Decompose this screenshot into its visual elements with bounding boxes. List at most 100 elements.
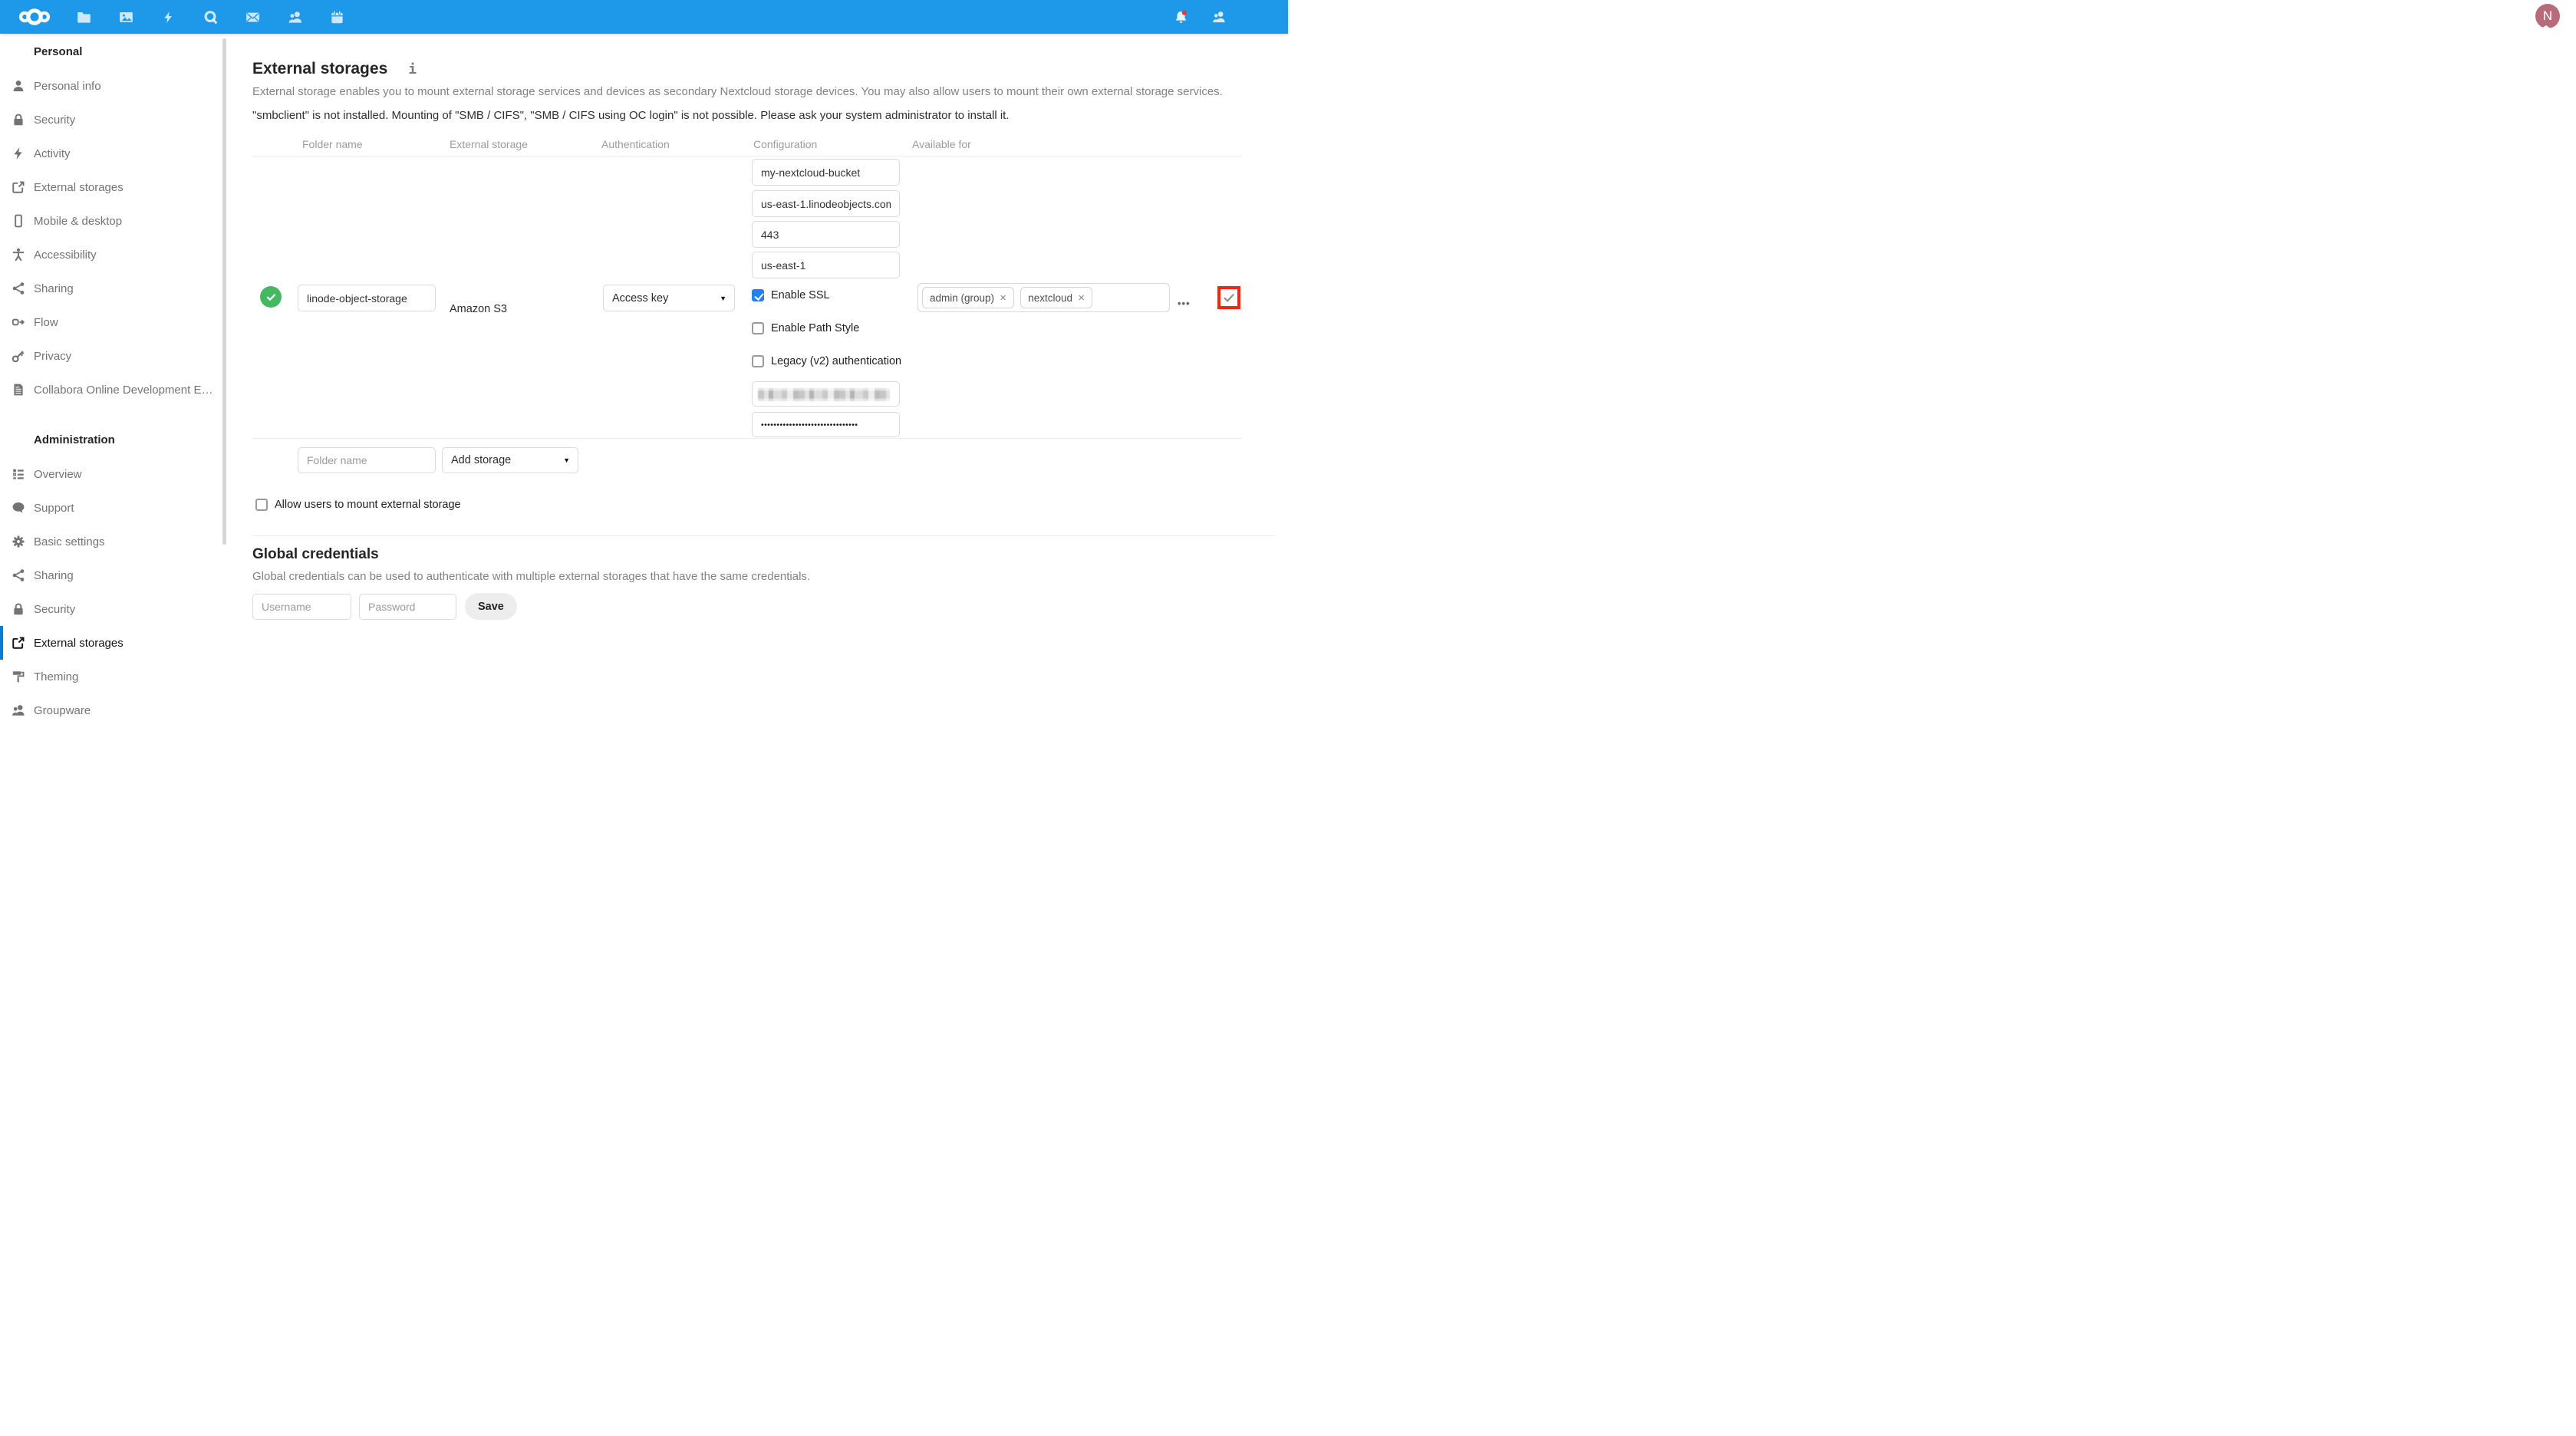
contacts-menu-icon (1212, 10, 1227, 25)
external-storage-type: Amazon S3 (450, 303, 507, 315)
save-button[interactable]: Save (465, 593, 517, 620)
global-credentials-form: Save (252, 593, 2576, 620)
sidebar-item-label: Support (34, 502, 74, 515)
hostname-input[interactable] (752, 190, 900, 217)
sidebar-item-groupware[interactable]: Groupware (0, 693, 228, 727)
document-icon (12, 383, 25, 397)
sidebar-item-label: Sharing (34, 282, 74, 295)
folder-name-input[interactable] (298, 285, 436, 311)
sidebar-item-label: Theming (34, 670, 78, 683)
contacts-app-button[interactable] (274, 0, 316, 34)
accessibility-icon (12, 248, 25, 262)
sidebar-item-label: Security (34, 603, 75, 616)
enable-ssl-option[interactable]: Enable SSL (752, 289, 830, 301)
enable-path-style-option[interactable]: Enable Path Style (752, 322, 859, 334)
bell-icon (1174, 10, 1188, 25)
allow-user-mount-checkbox[interactable] (255, 499, 268, 511)
global-password-input[interactable] (359, 594, 456, 620)
sidebar-item-external-storages-admin[interactable]: External storages (0, 626, 228, 660)
sidebar-item-label: Overview (34, 468, 82, 481)
enable-path-style-label: Enable Path Style (771, 322, 859, 334)
sidebar-item-sharing-personal[interactable]: Sharing (0, 272, 228, 305)
people-icon (12, 703, 25, 717)
section-divider (252, 535, 1275, 536)
contacts-menu-button[interactable] (1212, 10, 1226, 24)
legacy-auth-checkbox[interactable] (752, 355, 764, 367)
photos-app-button[interactable] (105, 0, 147, 34)
save-row-button-highlighted[interactable] (1217, 286, 1240, 309)
external-storages-table: Folder name External storage Authenticat… (252, 138, 1242, 474)
info-icon[interactable]: i (408, 61, 417, 77)
port-input[interactable] (752, 221, 900, 248)
lightning-icon (12, 147, 25, 160)
calendar-app-button[interactable] (316, 0, 358, 34)
remove-tag-icon[interactable]: ✕ (1000, 293, 1006, 303)
sidebar-item-accessibility[interactable]: Accessibility (0, 238, 228, 272)
sidebar-item-security-admin[interactable]: Security (0, 592, 228, 626)
sidebar-item-collabora[interactable]: Collabora Online Development Edit... (0, 373, 228, 407)
remove-tag-icon[interactable]: ✕ (1078, 293, 1085, 303)
allow-user-mount-option[interactable]: Allow users to mount external storage (252, 499, 2576, 511)
tag-label: admin (group) (930, 292, 994, 304)
sidebar-item-mobile-desktop[interactable]: Mobile & desktop (0, 204, 228, 238)
row-options-menu-button[interactable]: ••• (1178, 298, 1191, 309)
new-storage-row: Add storage ▼ (252, 439, 1242, 474)
secret-key-input[interactable]: ••••••••••••••••••••••••••••••• (752, 412, 900, 437)
available-for-input[interactable]: admin (group) ✕ nextcloud ✕ (917, 283, 1170, 312)
personal-section-heading: Personal (0, 35, 228, 69)
col-header-external-storage: External storage (450, 138, 528, 150)
legacy-auth-option[interactable]: Legacy (v2) authentication (752, 355, 901, 367)
enable-ssl-checkbox[interactable] (752, 289, 764, 301)
available-for-tag: nextcloud ✕ (1020, 287, 1092, 308)
redaction-blur (758, 388, 890, 401)
status-ok-icon (260, 286, 282, 308)
phone-icon (12, 214, 25, 228)
chevron-down-icon: ▼ (720, 295, 726, 302)
files-icon (77, 10, 91, 25)
nextcloud-logo[interactable] (18, 6, 51, 31)
settings-caret (2534, 25, 2558, 34)
sidebar-item-external-storages-personal[interactable]: External storages (0, 170, 228, 204)
photos-icon (119, 10, 133, 25)
sidebar-item-label: External storages (34, 637, 124, 650)
external-link-icon (12, 636, 25, 650)
talk-app-button[interactable] (189, 0, 232, 34)
global-credentials-title: Global credentials (252, 546, 2576, 563)
nextcloud-logo-icon (18, 6, 51, 28)
files-app-button[interactable] (63, 0, 105, 34)
sidebar-item-privacy[interactable]: Privacy (0, 339, 228, 373)
authentication-select[interactable]: Access key ▼ (603, 285, 735, 311)
paint-roller-icon (12, 670, 25, 683)
sidebar-item-basic-settings[interactable]: Basic settings (0, 525, 228, 558)
sidebar-item-label: Basic settings (34, 535, 105, 548)
mail-app-button[interactable] (232, 0, 274, 34)
notifications-button[interactable] (1174, 10, 1188, 24)
access-key-input-redacted[interactable] (752, 381, 900, 407)
sidebar-item-label: Security (34, 114, 75, 127)
sidebar-scrollbar[interactable] (222, 38, 226, 545)
sidebar-item-label: Sharing (34, 569, 74, 582)
sidebar-item-personal-info[interactable]: Personal info (0, 69, 228, 103)
sidebar-item-sharing-admin[interactable]: Sharing (0, 558, 228, 592)
legacy-auth-label: Legacy (v2) authentication (771, 355, 901, 367)
settings-sidebar: Personal Personal info Security Activity… (0, 34, 228, 1436)
key-icon (12, 349, 25, 363)
sidebar-item-flow[interactable]: Flow (0, 305, 228, 339)
sidebar-item-security-personal[interactable]: Security (0, 103, 228, 137)
contacts-icon (288, 10, 303, 25)
sidebar-item-overview[interactable]: Overview (0, 457, 228, 491)
sidebar-item-theming[interactable]: Theming (0, 660, 228, 693)
enable-path-style-checkbox[interactable] (752, 322, 764, 334)
sidebar-item-activity[interactable]: Activity (0, 137, 228, 170)
share-icon (12, 568, 25, 582)
region-input[interactable] (752, 252, 900, 278)
bucket-input[interactable] (752, 159, 900, 186)
sidebar-item-support[interactable]: Support (0, 491, 228, 525)
activity-app-button[interactable] (147, 0, 189, 34)
lock-icon (12, 113, 25, 127)
global-username-input[interactable] (252, 594, 351, 620)
add-storage-select[interactable]: Add storage ▼ (442, 447, 578, 473)
new-folder-name-input[interactable] (298, 447, 436, 473)
table-header-row: Folder name External storage Authenticat… (252, 138, 1242, 156)
administration-section-heading: Administration (0, 423, 228, 457)
